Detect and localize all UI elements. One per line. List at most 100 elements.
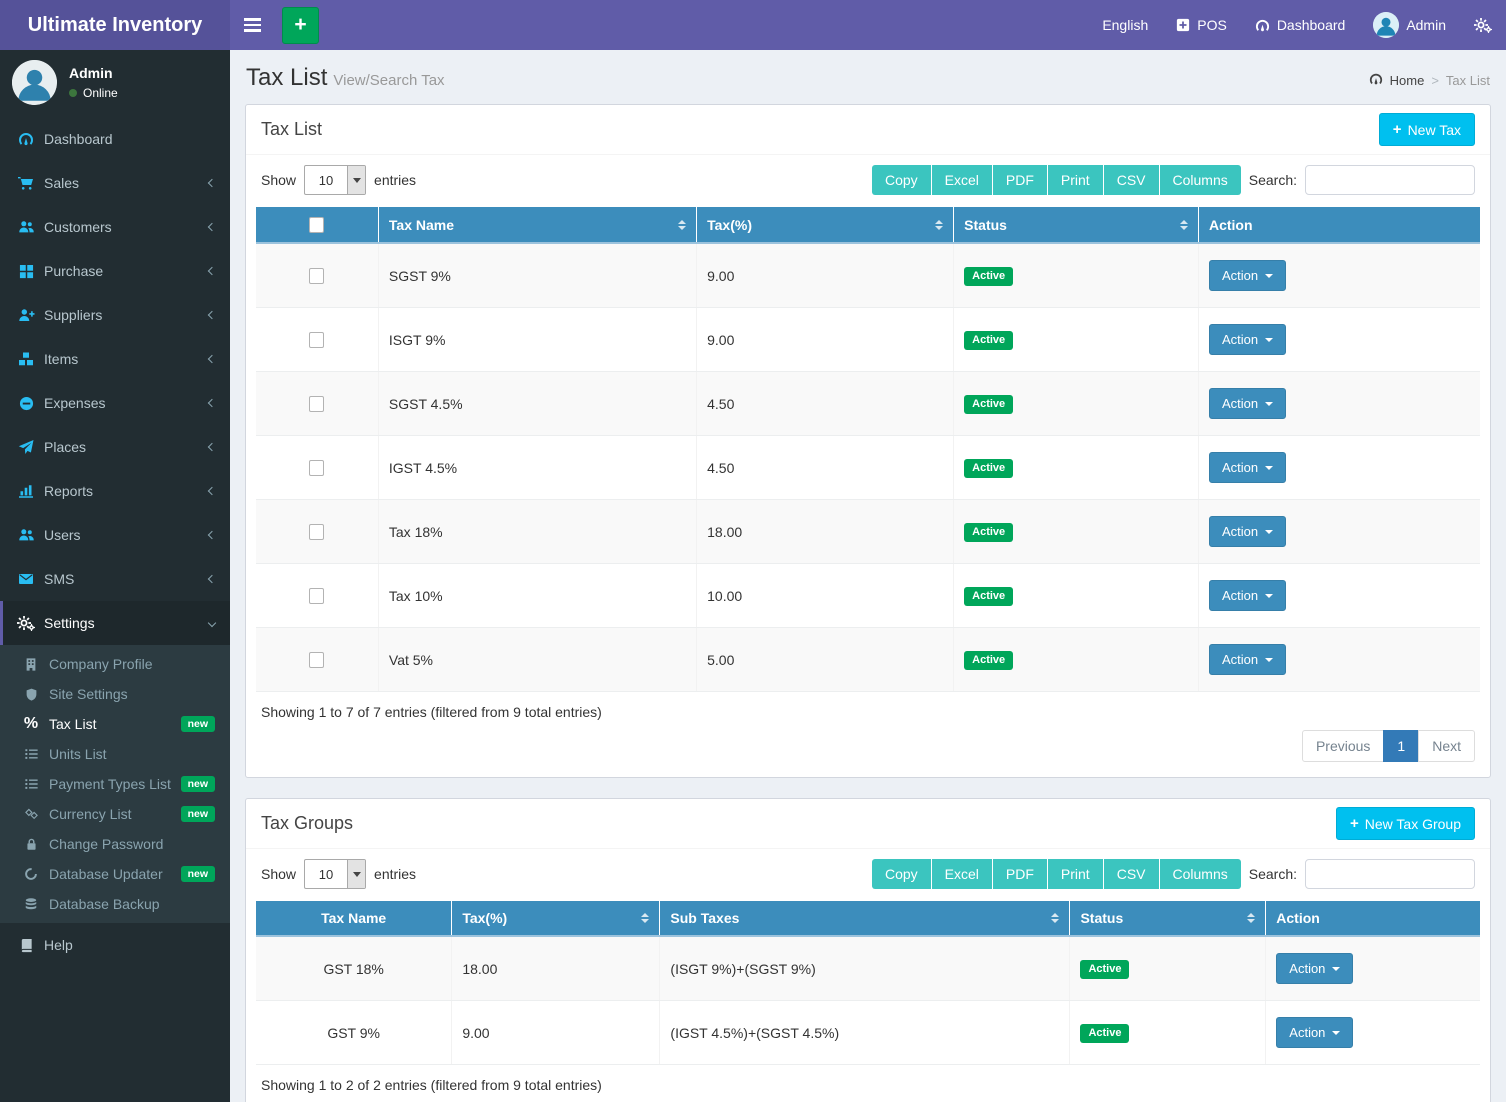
action-dropdown-button[interactable]: Action (1209, 580, 1286, 611)
cart-icon (15, 175, 37, 191)
chevron-left-icon (208, 355, 216, 363)
page-length-select[interactable]: 10 (304, 859, 366, 889)
sort-icon (1237, 913, 1255, 923)
envelope-icon (15, 572, 37, 586)
table-row: SGST 9% 9.00 Active Action (256, 243, 1480, 308)
previous-page-button[interactable]: Previous (1302, 730, 1384, 762)
row-checkbox[interactable] (309, 332, 324, 348)
new-tax-button[interactable]: + New Tax (1379, 113, 1475, 146)
nav-dashboard[interactable]: Dashboard (1241, 0, 1360, 50)
sidebar-item-reports[interactable]: Reports (0, 469, 230, 513)
sidebar-item-customers[interactable]: Customers (0, 205, 230, 249)
print-button[interactable]: Print (1048, 165, 1104, 195)
sidebar-item-tax-list[interactable]: % Tax List new (0, 709, 230, 739)
table-row: GST 18% 18.00 (ISGT 9%)+(SGST 9%) Active… (256, 936, 1480, 1001)
column-header-status[interactable]: Status (1070, 901, 1266, 936)
action-dropdown-button[interactable]: Action (1209, 260, 1286, 291)
sidebar-item-users[interactable]: Users (0, 513, 230, 557)
nav-user-menu[interactable]: Admin (1359, 0, 1460, 50)
row-checkbox[interactable] (309, 588, 324, 604)
list-icon (20, 777, 42, 791)
quick-add-button[interactable]: + (282, 7, 319, 44)
new-badge: new (181, 866, 215, 882)
sidebar-item-company-profile[interactable]: Company Profile (0, 649, 230, 679)
action-dropdown-button[interactable]: Action (1209, 644, 1286, 675)
print-button[interactable]: Print (1048, 859, 1104, 889)
copy-button[interactable]: Copy (872, 165, 932, 195)
sidebar-item-sms[interactable]: SMS (0, 557, 230, 601)
chevron-left-icon (208, 575, 216, 583)
sidebar-toggle-icon[interactable] (230, 0, 274, 50)
action-dropdown-button[interactable]: Action (1209, 324, 1286, 355)
sidebar-item-site-settings[interactable]: Site Settings (0, 679, 230, 709)
sidebar-item-currency-list[interactable]: Currency List new (0, 799, 230, 829)
caret-down-icon (1265, 402, 1273, 406)
sidebar-item-items[interactable]: Items (0, 337, 230, 381)
search-label: Search: (1249, 866, 1297, 882)
new-badge: new (181, 776, 215, 792)
caret-down-icon (1332, 1031, 1340, 1035)
column-header-tax-name[interactable]: Tax Name (378, 207, 696, 243)
table-info: Showing 1 to 7 of 7 entries (filtered fr… (261, 702, 1475, 720)
row-checkbox[interactable] (309, 396, 324, 412)
row-checkbox[interactable] (309, 652, 324, 668)
select-all-header[interactable] (256, 207, 378, 243)
row-checkbox[interactable] (309, 524, 324, 540)
column-header-tax-name[interactable]: Tax Name (256, 901, 452, 936)
columns-button[interactable]: Columns (1160, 859, 1241, 889)
speedometer-icon (1255, 18, 1270, 33)
sidebar-item-expenses[interactable]: Expenses (0, 381, 230, 425)
action-dropdown-button[interactable]: Action (1276, 953, 1353, 984)
nav-settings[interactable] (1460, 0, 1506, 50)
sidebar-item-sales[interactable]: Sales (0, 161, 230, 205)
excel-button[interactable]: Excel (932, 165, 993, 195)
sidebar-item-places[interactable]: Places (0, 425, 230, 469)
row-checkbox[interactable] (309, 460, 324, 476)
column-header-action: Action (1266, 901, 1480, 936)
sidebar-item-dashboard[interactable]: Dashboard (0, 117, 230, 161)
brand-logo[interactable]: Ultimate Inventory (0, 0, 230, 50)
caret-down-icon (1265, 594, 1273, 598)
sidebar-user-status: Online (69, 86, 118, 100)
sidebar-item-settings[interactable]: Settings (0, 601, 230, 645)
column-header-tax-rate[interactable]: Tax(%) (452, 901, 660, 936)
sidebar-item-help[interactable]: Help (0, 923, 230, 967)
action-dropdown-button[interactable]: Action (1209, 452, 1286, 483)
action-dropdown-button[interactable]: Action (1276, 1017, 1353, 1048)
sidebar-item-suppliers[interactable]: Suppliers (0, 293, 230, 337)
page-length-select[interactable]: 10 (304, 165, 366, 195)
action-dropdown-button[interactable]: Action (1209, 516, 1286, 547)
sidebar: Admin Online Dashboard Sales Customers (0, 50, 230, 1102)
excel-button[interactable]: Excel (932, 859, 993, 889)
csv-button[interactable]: CSV (1104, 859, 1160, 889)
copy-button[interactable]: Copy (872, 859, 932, 889)
row-checkbox[interactable] (309, 268, 324, 284)
sidebar-item-change-password[interactable]: Change Password (0, 829, 230, 859)
percent-icon: % (20, 716, 42, 732)
sidebar-item-units-list[interactable]: Units List (0, 739, 230, 769)
breadcrumb-home[interactable]: Home (1390, 73, 1425, 88)
page-1-button[interactable]: 1 (1383, 730, 1419, 762)
pdf-button[interactable]: PDF (993, 859, 1048, 889)
caret-down-icon (1332, 967, 1340, 971)
action-dropdown-button[interactable]: Action (1209, 388, 1286, 419)
nav-language[interactable]: English (1088, 0, 1162, 50)
pdf-button[interactable]: PDF (993, 165, 1048, 195)
sidebar-item-database-updater[interactable]: Database Updater new (0, 859, 230, 889)
new-tax-group-button[interactable]: + New Tax Group (1336, 807, 1475, 840)
column-header-status[interactable]: Status (954, 207, 1199, 243)
chevron-left-icon (208, 399, 216, 407)
search-input[interactable] (1305, 859, 1475, 889)
sidebar-item-payment-types-list[interactable]: Payment Types List new (0, 769, 230, 799)
sidebar-item-database-backup[interactable]: Database Backup (0, 889, 230, 919)
csv-button[interactable]: CSV (1104, 165, 1160, 195)
nav-pos[interactable]: POS (1162, 0, 1241, 50)
show-label: Show (261, 866, 296, 882)
next-page-button[interactable]: Next (1418, 730, 1475, 762)
column-header-sub-taxes[interactable]: Sub Taxes (660, 901, 1070, 936)
sidebar-item-purchase[interactable]: Purchase (0, 249, 230, 293)
columns-button[interactable]: Columns (1160, 165, 1241, 195)
search-input[interactable] (1305, 165, 1475, 195)
select-all-checkbox[interactable] (309, 217, 324, 233)
column-header-tax-rate[interactable]: Tax(%) (697, 207, 954, 243)
